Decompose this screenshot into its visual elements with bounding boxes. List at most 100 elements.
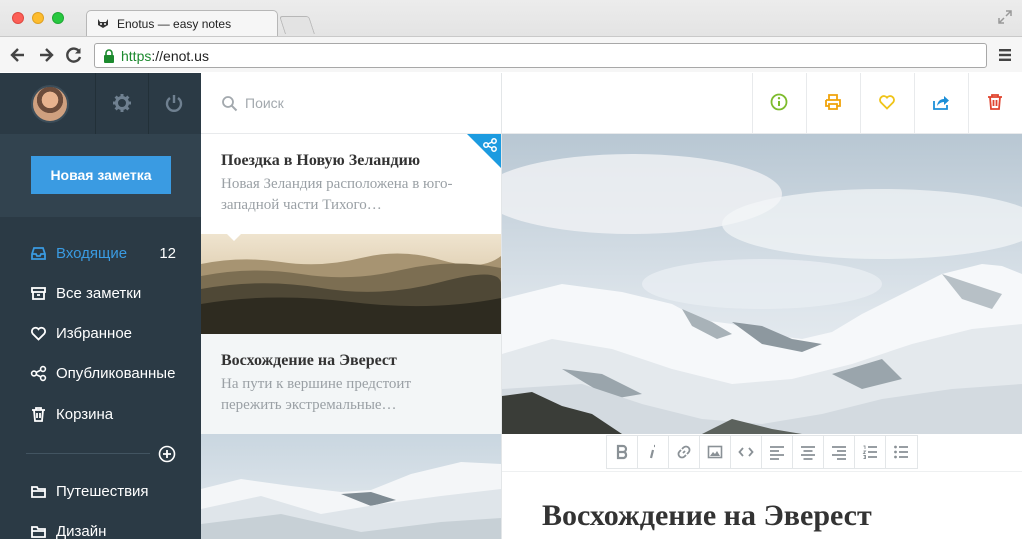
align-left-button[interactable]: [762, 436, 793, 468]
minimize-window-button[interactable]: [32, 12, 44, 24]
bold-icon: [616, 444, 628, 460]
sidebar-item-inbox[interactable]: Входящие 12: [30, 244, 190, 264]
url-text: https://enot.us: [121, 48, 209, 64]
info-button[interactable]: [752, 73, 806, 134]
info-icon: [770, 93, 788, 111]
power-icon[interactable]: [164, 93, 184, 113]
sidebar-item-label: Корзина: [56, 406, 114, 423]
new-note-button[interactable]: Новая заметка: [31, 156, 171, 194]
share-button[interactable]: [914, 73, 968, 134]
trash-icon: [32, 407, 45, 422]
print-icon: [825, 94, 841, 110]
sidebar-item-label: Все заметки: [56, 285, 142, 302]
inbox-count-badge: 12: [159, 245, 176, 262]
code-icon: [738, 447, 754, 457]
note-image: [201, 434, 501, 539]
link-button[interactable]: [669, 436, 700, 468]
sidebar-item-label: Опубликованные: [56, 365, 176, 382]
close-window-button[interactable]: [12, 12, 24, 24]
image-button[interactable]: [700, 436, 731, 468]
link-icon: [677, 445, 691, 459]
italic-button[interactable]: [638, 436, 669, 468]
tab-title: Enotus — easy notes: [117, 17, 232, 31]
bullet-list-icon: [894, 445, 908, 459]
folder-item-travel[interactable]: Путешествия: [30, 482, 190, 502]
note-editor: Восхождение на Эверест: [502, 73, 1022, 539]
add-folder-icon[interactable]: [158, 445, 176, 463]
search-input[interactable]: [245, 91, 485, 115]
bullet-list-button[interactable]: [886, 436, 917, 468]
divider: [502, 471, 1022, 472]
share-icon: [483, 138, 497, 152]
bold-button[interactable]: [607, 436, 638, 468]
note-snippet: На пути к вершине предстоит пережить экс…: [221, 376, 412, 413]
list-item[interactable]: Восхождение на Эверест На пути к вершине…: [201, 334, 501, 434]
tab-bar: Enotus — easy notes: [0, 0, 1022, 36]
ordered-list-icon: [862, 445, 877, 459]
new-note-area: Новая заметка: [0, 134, 201, 217]
folder-label: Дизайн: [56, 523, 107, 539]
notes-list: Поездка в Новую Зеландию Новая Зеландия …: [201, 73, 502, 539]
divider: [95, 73, 96, 134]
browser-tab[interactable]: Enotus — easy notes: [86, 10, 278, 36]
folder-label: Путешествия: [56, 483, 149, 500]
trash-icon: [988, 94, 1002, 110]
note-heading[interactable]: Восхождение на Эверест: [542, 499, 872, 533]
image-icon: [707, 445, 723, 459]
favorite-button[interactable]: [860, 73, 914, 134]
folder-icon: [31, 486, 46, 498]
list-item[interactable]: Поездка в Новую Зеландию Новая Зеландия …: [201, 134, 501, 234]
note-title: Восхождение на Эверест: [221, 352, 397, 369]
search-icon: [222, 96, 238, 112]
folder-item-design[interactable]: Дизайн: [30, 522, 190, 539]
align-center-button[interactable]: [793, 436, 824, 468]
note-snippet: Новая Зеландия расположена в юго-западно…: [221, 176, 453, 213]
share-icon: [933, 96, 949, 110]
zoom-window-button[interactable]: [52, 12, 64, 24]
menu-icon[interactable]: [998, 48, 1012, 62]
raccoon-favicon-icon: [98, 19, 108, 28]
heart-icon: [879, 95, 895, 110]
editor-toolbar: [502, 73, 1022, 134]
folder-icon: [31, 526, 46, 538]
sidebar-item-label: Входящие: [56, 245, 128, 262]
divider: [148, 73, 149, 134]
back-icon[interactable]: [8, 45, 28, 65]
gear-icon[interactable]: [112, 93, 132, 113]
align-center-icon: [801, 446, 815, 460]
search-bar: [201, 73, 501, 134]
format-toolbar: [606, 435, 918, 469]
avatar[interactable]: [31, 85, 69, 123]
fullscreen-icon[interactable]: [998, 10, 1012, 24]
address-bar[interactable]: https://enot.us: [94, 43, 987, 68]
sidebar-header: [0, 73, 201, 134]
inbox-icon: [31, 247, 46, 260]
note-cover-image: [502, 134, 1022, 434]
italic-icon: [649, 444, 655, 459]
sidebar-item-label: Избранное: [56, 325, 133, 342]
note-title: Поездка в Новую Зеландию: [221, 152, 421, 169]
align-left-icon: [770, 446, 784, 460]
new-tab-button[interactable]: [279, 16, 315, 34]
active-pointer: [227, 234, 241, 241]
align-right-button[interactable]: [824, 436, 855, 468]
sidebar-item-published[interactable]: Опубликованные: [30, 364, 190, 384]
delete-button[interactable]: [968, 73, 1022, 134]
share-icon: [30, 365, 47, 382]
app-sidebar: Новая заметка Входящие 12 Все заметки Из…: [0, 73, 201, 539]
divider: [26, 453, 150, 454]
reload-icon[interactable]: [64, 45, 84, 65]
sidebar-item-all-notes[interactable]: Все заметки: [30, 284, 190, 304]
sidebar-item-favorites[interactable]: Избранное: [30, 324, 190, 344]
archive-icon: [31, 287, 46, 300]
forward-icon[interactable]: [36, 45, 56, 65]
heart-icon: [31, 326, 46, 341]
align-right-icon: [832, 446, 846, 460]
code-button[interactable]: [731, 436, 762, 468]
browser-chrome: Enotus — easy notes https://enot.us: [0, 0, 1022, 72]
ordered-list-button[interactable]: [855, 436, 886, 468]
lock-icon: [104, 49, 114, 63]
note-image: [201, 234, 501, 334]
sidebar-item-trash[interactable]: Корзина: [30, 405, 190, 425]
print-button[interactable]: [806, 73, 860, 134]
